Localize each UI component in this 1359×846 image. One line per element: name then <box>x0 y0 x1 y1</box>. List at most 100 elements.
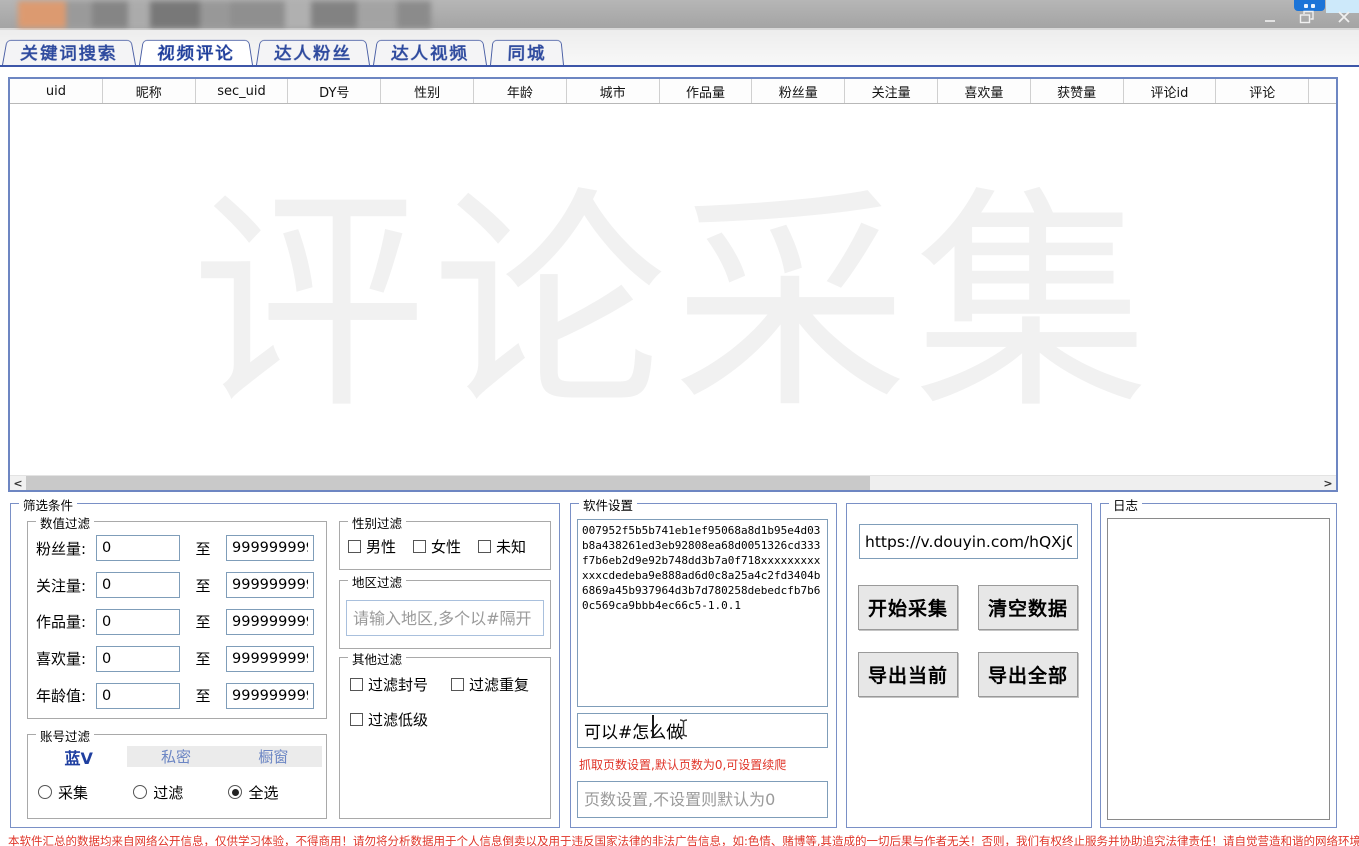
filter-conditions-panel: 筛选条件 数值过滤 粉丝量: 至 关注量: 至 作品量: <box>10 503 560 828</box>
results-table: uid昵称sec_uidDY号性别年龄城市作品量粉丝量关注量喜欢量获赞量评论id… <box>8 77 1338 492</box>
group-title: 账号过滤 <box>36 726 94 745</box>
close-button[interactable] <box>1335 9 1353 25</box>
table-header-row: uid昵称sec_uidDY号性别年龄城市作品量粉丝量关注量喜欢量获赞量评论id… <box>10 79 1336 104</box>
account-mode-radio[interactable]: 过滤 <box>133 779 228 805</box>
blurred-app-icon <box>18 1 66 28</box>
region-input[interactable] <box>346 600 544 636</box>
column-header[interactable]: 关注量 <box>845 79 938 103</box>
clear-data-button[interactable]: 清空数据 <box>978 585 1078 630</box>
log-output[interactable] <box>1107 518 1330 820</box>
other-filter-checkbox[interactable]: 过滤封号 <box>350 674 441 695</box>
start-collect-button[interactable]: 开始采集 <box>858 585 958 630</box>
scrollbar-track[interactable] <box>870 476 1320 490</box>
column-header[interactable]: 城市 <box>567 79 660 103</box>
max-value-input[interactable] <box>226 609 314 635</box>
tab[interactable]: 达人粉丝 <box>256 40 370 65</box>
gender-filter-group: 性别过滤 男性 女性 未知 <box>339 521 551 570</box>
column-header[interactable]: DY号 <box>288 79 381 103</box>
scroll-left-arrow-icon[interactable]: < <box>10 476 26 490</box>
horizontal-scrollbar[interactable]: < > <box>10 475 1336 490</box>
column-header[interactable]: 评论 <box>1309 79 1336 103</box>
numeric-filter-label: 作品量: <box>32 611 96 632</box>
checkbox-label: 女性 <box>431 536 461 557</box>
to-label: 至 <box>180 648 226 669</box>
page-count-input[interactable] <box>577 781 828 818</box>
tab[interactable]: 视频评论 <box>139 40 253 65</box>
blurred-window-title <box>18 1 431 28</box>
max-value-input[interactable] <box>226 535 314 561</box>
restore-button[interactable] <box>1298 9 1316 25</box>
region-filter-group: 地区过滤 <box>339 580 551 649</box>
numeric-filter-label: 粉丝量: <box>32 538 96 559</box>
column-header[interactable]: 评论 <box>1216 79 1309 103</box>
scroll-right-arrow-icon[interactable]: > <box>1320 476 1336 490</box>
min-value-input[interactable] <box>96 646 180 672</box>
checkbox-label: 过滤低级 <box>368 709 428 730</box>
checkbox-label: 过滤封号 <box>368 674 428 695</box>
checkbox-icon <box>478 540 491 553</box>
tab-label: 同城 <box>507 41 547 65</box>
actions-panel: 开始采集 清空数据 导出当前 导出全部 <box>846 503 1092 828</box>
min-value-input[interactable] <box>96 572 180 598</box>
app-window: 关键词搜索 视频评论 达人粉丝 达人视频 同城 uid昵称sec_uidDY号性… <box>0 0 1359 846</box>
numeric-filter-group: 数值过滤 粉丝量: 至 关注量: 至 作品量: <box>27 521 327 719</box>
checkbox-label: 未知 <box>496 536 526 557</box>
account-mode-radio[interactable]: 采集 <box>38 779 133 805</box>
tab-label: 达人粉丝 <box>273 41 353 65</box>
min-value-input[interactable] <box>96 535 180 561</box>
max-value-input[interactable] <box>226 572 314 598</box>
other-filter-checkbox[interactable]: 过滤重复 <box>451 674 542 695</box>
tab[interactable]: 达人视频 <box>373 40 487 65</box>
column-header[interactable]: 年龄 <box>474 79 567 103</box>
column-header[interactable]: 获赞量 <box>1031 79 1124 103</box>
scrollbar-thumb[interactable] <box>26 476 870 490</box>
radio-label: 过滤 <box>153 782 183 803</box>
export-all-button[interactable]: 导出全部 <box>978 652 1078 697</box>
max-value-input[interactable] <box>226 683 314 709</box>
column-header[interactable]: 性别 <box>381 79 474 103</box>
column-header[interactable]: 作品量 <box>660 79 753 103</box>
titlebar <box>0 0 1359 30</box>
column-header[interactable]: 喜欢量 <box>938 79 1031 103</box>
license-code-textarea[interactable]: 007952f5b5b741eb1ef95068a8d1b95e4d03b8a4… <box>577 519 828 707</box>
account-type-segment[interactable]: 私密 <box>127 746 224 767</box>
column-header[interactable]: uid <box>10 79 103 103</box>
group-title: 地区过滤 <box>348 572 406 591</box>
tab[interactable]: 同城 <box>490 40 564 65</box>
text-caret <box>652 715 654 738</box>
video-url-input[interactable] <box>859 524 1078 559</box>
radio-label: 全选 <box>248 782 278 803</box>
radio-icon <box>38 785 52 799</box>
radio-label: 采集 <box>58 782 88 803</box>
min-value-input[interactable] <box>96 609 180 635</box>
account-type-segment[interactable]: 蓝V <box>30 746 127 767</box>
column-header[interactable]: 评论id <box>1124 79 1217 103</box>
column-header[interactable]: 粉丝量 <box>752 79 845 103</box>
watermark-text: 评论采集 <box>191 112 1155 453</box>
panel-title: 软件设置 <box>579 495 637 514</box>
keyword-input[interactable] <box>577 713 828 748</box>
tab[interactable]: 关键词搜索 <box>2 40 136 65</box>
to-label: 至 <box>180 538 226 559</box>
gender-checkbox[interactable]: 未知 <box>478 536 526 557</box>
to-label: 至 <box>180 575 226 596</box>
account-mode-radio[interactable]: 全选 <box>228 779 323 805</box>
min-value-input[interactable] <box>96 683 180 709</box>
other-filter-checkbox[interactable]: 过滤低级 <box>350 709 441 730</box>
column-header[interactable]: sec_uid <box>196 79 289 103</box>
group-title: 其他过滤 <box>348 649 406 668</box>
minimize-button[interactable] <box>1261 9 1279 25</box>
export-current-button[interactable]: 导出当前 <box>858 652 958 697</box>
radio-icon <box>228 785 242 799</box>
checkbox-icon <box>413 540 426 553</box>
mouse-cursor-ibeam <box>677 718 690 738</box>
column-header[interactable]: 昵称 <box>103 79 196 103</box>
gender-checkbox[interactable]: 女性 <box>413 536 461 557</box>
account-type-segment[interactable]: 橱窗 <box>225 746 322 767</box>
max-value-input[interactable] <box>226 646 314 672</box>
tab-label: 视频评论 <box>156 41 236 65</box>
log-panel: 日志 <box>1100 503 1337 828</box>
panel-title: 筛选条件 <box>19 495 77 514</box>
checkbox-icon <box>350 713 363 726</box>
gender-checkbox[interactable]: 男性 <box>348 536 396 557</box>
